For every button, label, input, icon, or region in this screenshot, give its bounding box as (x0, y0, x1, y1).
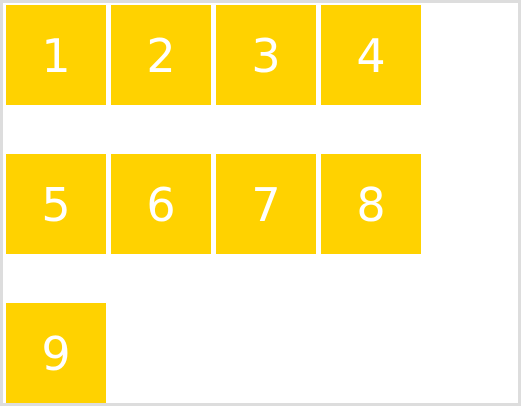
number-tile: 1 (6, 5, 106, 105)
tile-label: 4 (356, 29, 386, 83)
flex-container-frame: 1 2 3 4 5 6 7 8 9 (0, 0, 521, 406)
tile-label: 3 (251, 29, 281, 83)
number-tile: 5 (6, 154, 106, 254)
tile-label: 5 (41, 178, 71, 232)
tile-label: 1 (41, 29, 71, 83)
number-tile: 9 (6, 303, 106, 403)
number-tile: 7 (216, 154, 316, 254)
tile-label: 6 (146, 178, 176, 232)
number-tile: 3 (216, 5, 316, 105)
number-tile: 6 (111, 154, 211, 254)
tile-label: 8 (356, 178, 386, 232)
tile-label: 7 (251, 178, 281, 232)
tile-grid: 1 2 3 4 5 6 7 8 9 (6, 5, 426, 403)
number-tile: 8 (321, 154, 421, 254)
tile-label: 2 (146, 29, 176, 83)
number-tile: 2 (111, 5, 211, 105)
number-tile: 4 (321, 5, 421, 105)
tile-label: 9 (41, 327, 71, 381)
